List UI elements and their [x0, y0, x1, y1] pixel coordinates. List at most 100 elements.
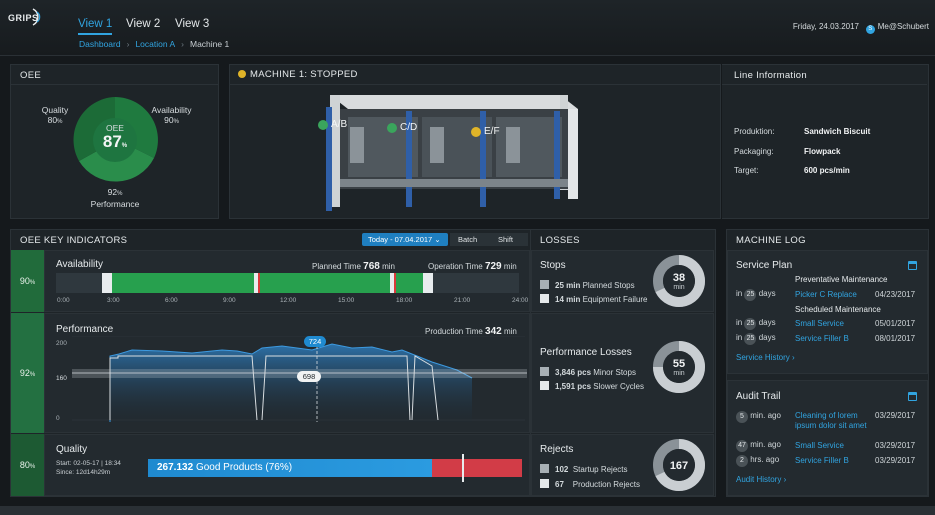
oee-center-value: 87%: [102, 132, 128, 151]
oee-quality: Quality 80%: [41, 105, 69, 125]
divider: [230, 84, 720, 85]
service-row: in 25 days: [736, 289, 776, 301]
breadcrumb-current: Machine 1: [189, 39, 230, 49]
tick-label: 15:00: [338, 297, 355, 304]
info-label-production: Produktion:: [734, 127, 775, 136]
service-link[interactable]: Service Filler B: [795, 334, 849, 343]
planned-stops: 25 min Planned Stops: [540, 280, 635, 290]
scheduled-heading: Scheduled Maintenance: [795, 305, 881, 314]
breadcrumb-location[interactable]: Location A: [135, 39, 175, 49]
oee-title: OEE: [20, 70, 41, 81]
performance-losses-ring-value: 55: [672, 358, 686, 370]
kpi-title: OEE KEY INDICATORS: [20, 235, 128, 246]
production-rejects: 67 Production Rejects: [540, 479, 640, 489]
availability-label: Availability: [56, 259, 104, 270]
batch-button[interactable]: Batch: [450, 233, 490, 246]
losses-title: LOSSES: [540, 235, 580, 246]
audit-row: 47 min. ago: [736, 440, 781, 452]
line-info-panel: Line Information Produktion: Sandwich Bi…: [722, 64, 929, 219]
divider: [11, 84, 218, 85]
station-ef-status-icon: [471, 127, 481, 137]
chevron-right-icon: ›: [126, 39, 130, 49]
good-products-text: 267.132 Good Products (76%): [157, 462, 293, 473]
chevron-down-icon: ⌄: [434, 235, 441, 244]
rejects-label: Rejects: [540, 444, 574, 455]
y-axis-mid: 160: [56, 375, 67, 382]
info-value-packaging: Flowpack: [804, 147, 841, 156]
audit-date: 03/29/2017: [875, 456, 916, 465]
tick-label: 24:00: [512, 297, 529, 304]
oee-performance: 92% Performance: [90, 187, 140, 209]
calendar-icon[interactable]: [908, 392, 917, 401]
tab-view-3[interactable]: View 3: [175, 18, 209, 30]
equipment-failure: 14 min Equipment Failure: [540, 294, 648, 304]
tick-label: 0:00: [57, 297, 70, 304]
tick-label: 12:00: [280, 297, 297, 304]
audit-link[interactable]: Service Filler B: [795, 456, 849, 465]
current-date: Friday, 24.03.2017: [792, 22, 859, 31]
legend-swatch: [540, 280, 549, 289]
operation-time: Operation Time 729 min: [428, 261, 517, 272]
quality-target-marker: [462, 454, 464, 482]
legend-swatch: [540, 479, 549, 488]
breadcrumb-dashboard[interactable]: Dashboard: [79, 39, 121, 49]
user-name: Me@Schubert: [877, 22, 929, 31]
tab-view-1[interactable]: View 1: [78, 18, 113, 35]
startup-rejects: 102 Startup Rejects: [540, 464, 628, 474]
audit-link[interactable]: Small Service: [795, 441, 844, 450]
shift-button[interactable]: Shift: [490, 233, 528, 246]
info-value-production: Sandwich Biscuit: [804, 127, 871, 136]
performance-side-value: 92%: [11, 313, 44, 433]
app-logo[interactable]: GRIPS: [8, 13, 39, 23]
station-ab-label[interactable]: A/B: [331, 119, 347, 130]
oee-panel: OEE OEE 87% Quality 80% Availability 90% 9…: [10, 64, 219, 219]
station-ab-status-icon: [318, 120, 328, 130]
y-axis-bottom: 0: [56, 415, 60, 422]
quality-side-value: 80%: [11, 434, 44, 496]
quality-start: Start: 02-05-17 | 18:34: [56, 460, 121, 467]
station-cd-label[interactable]: C/D: [400, 122, 417, 133]
audit-date: 03/29/2017: [875, 411, 916, 420]
stops-label: Stops: [540, 260, 566, 271]
calendar-icon[interactable]: [908, 261, 917, 270]
service-date: 04/23/2017: [875, 290, 916, 299]
tick-label: 3:00: [107, 297, 120, 304]
y-axis-top: 200: [56, 340, 67, 347]
audit-history-link[interactable]: Audit History ›: [736, 475, 786, 484]
legend-swatch: [540, 367, 549, 376]
stops-ring-value: 38: [672, 272, 686, 284]
availability-ticks: 0:00 3:00 6:00 9:00 12:00 15:00 18:00 21…: [56, 297, 531, 307]
tick-label: 18:00: [396, 297, 413, 304]
kpi-panel: OEE KEY INDICATORS Today - 07.04.2017 ⌄ …: [10, 229, 531, 497]
performance-marker-bottom[interactable]: 698: [297, 371, 321, 382]
losses-panel: LOSSES Stops 25 min Planned Stops 14 min…: [531, 229, 716, 497]
minor-stops: 3,846 pcs Minor Stops: [540, 367, 636, 377]
audit-trail-title: Audit Trail: [736, 391, 781, 402]
legend-swatch: [540, 464, 549, 473]
audit-link[interactable]: Cleaning of lorem ipsum dolor sit amet: [795, 411, 871, 431]
info-value-target: 600 pcs/min: [804, 166, 850, 175]
station-ef-label[interactable]: E/F: [484, 126, 500, 137]
service-date: 05/01/2017: [875, 319, 916, 328]
tab-view-2[interactable]: View 2: [126, 18, 160, 30]
machine-illustration[interactable]: [310, 87, 585, 212]
rejects-ring-value: 167: [669, 460, 689, 472]
service-link[interactable]: Small Service: [795, 319, 844, 328]
preventative-heading: Preventative Maintenance: [795, 275, 888, 284]
machine-title: MACHINE 1: STOPPED: [250, 69, 358, 80]
audit-row: 2 hrs. ago: [736, 455, 779, 467]
service-history-link[interactable]: Service History ›: [736, 353, 795, 362]
breadcrumb: Dashboard › Location A › Machine 1: [79, 39, 229, 49]
user-avatar-icon: S: [865, 25, 875, 34]
service-link[interactable]: Picker C Replace: [795, 290, 857, 299]
station-cd-status-icon: [387, 123, 397, 133]
date-range-select[interactable]: Today - 07.04.2017 ⌄: [362, 233, 448, 246]
user-menu[interactable]: S Me@Schubert: [865, 22, 929, 34]
info-label-target: Target:: [734, 166, 759, 175]
stops-ring-unit: min: [673, 284, 685, 291]
performance-marker-top[interactable]: 724: [304, 336, 326, 347]
footer-bar: [0, 506, 935, 515]
oee-availability: Availability 90%: [151, 105, 192, 125]
availability-side-value: 90%: [11, 250, 44, 312]
performance-losses-ring-unit: min: [673, 370, 685, 377]
